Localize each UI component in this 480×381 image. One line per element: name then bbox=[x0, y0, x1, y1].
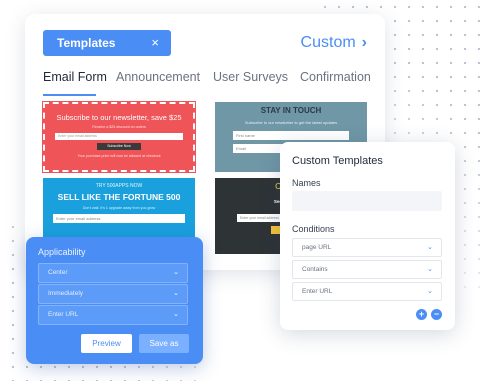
save-as-button[interactable]: Save as bbox=[139, 334, 189, 353]
condition-value-text: Enter URL bbox=[302, 288, 333, 295]
url-select[interactable]: Enter URL ⌄ bbox=[38, 305, 188, 325]
newsletter-subscribe-button: Subscribe Now bbox=[97, 143, 141, 150]
chevron-right-icon: › bbox=[361, 34, 367, 51]
template-thumbnail-newsletter[interactable]: Subscribe to our newsletter, save $25 Re… bbox=[42, 101, 196, 173]
chevron-down-icon: ⌄ bbox=[427, 244, 433, 251]
condition-url-value: page URL bbox=[302, 244, 332, 251]
condition-operator-value: Contains bbox=[302, 266, 328, 273]
position-select[interactable]: Center ⌄ bbox=[38, 263, 188, 283]
custom-templates-card: Custom Templates Names Conditions page U… bbox=[280, 142, 455, 330]
preview-button[interactable]: Preview bbox=[81, 334, 132, 353]
tab-announcement[interactable]: Announcement bbox=[116, 70, 200, 84]
tab-email-form[interactable]: Email Form bbox=[43, 70, 107, 84]
custom-link[interactable]: Custom › bbox=[301, 30, 367, 56]
newsletter-heading: Subscribe to our newsletter, save $25 bbox=[56, 113, 182, 122]
stay-in-touch-heading: STAY IN TOUCH bbox=[260, 106, 322, 115]
stay-in-touch-first-name-input: First name bbox=[233, 131, 349, 140]
templates-pill-label: Templates bbox=[57, 36, 116, 50]
close-icon[interactable]: × bbox=[151, 30, 159, 56]
tab-user-surveys[interactable]: User Surveys bbox=[213, 70, 288, 84]
timing-select-value: Immediately bbox=[48, 290, 84, 297]
chevron-down-icon: ⌄ bbox=[427, 266, 433, 273]
url-select-value: Enter URL bbox=[48, 311, 79, 318]
custom-link-label: Custom bbox=[300, 34, 356, 51]
chevron-down-icon: ⌄ bbox=[173, 311, 179, 318]
fortune-pretitle: TRY 500APPS NOW bbox=[95, 183, 143, 189]
condition-url-select[interactable]: page URL ⌄ bbox=[292, 238, 442, 257]
template-tabs: Email Form Announcement User Surveys Con… bbox=[43, 70, 371, 96]
fortune-email-input: Enter your email address bbox=[53, 214, 185, 223]
tab-confirmation[interactable]: Confirmation bbox=[300, 70, 371, 84]
remove-condition-button[interactable]: − bbox=[431, 309, 442, 320]
applicability-card: Applicability Center ⌄ Immediately ⌄ Ent… bbox=[26, 237, 203, 364]
chevron-down-icon: ⌄ bbox=[173, 269, 179, 276]
condition-operator-select[interactable]: Contains ⌄ bbox=[292, 260, 442, 279]
conditions-label: Conditions bbox=[292, 224, 335, 234]
fortune-subtext: Don't wait. It's 1 upgrade away from you… bbox=[82, 206, 156, 210]
names-input[interactable] bbox=[292, 191, 442, 211]
fortune-heading: SELL LIKE THE FORTUNE 500 bbox=[57, 192, 181, 202]
add-condition-button[interactable]: + bbox=[416, 309, 427, 320]
active-tab-indicator bbox=[43, 94, 96, 96]
position-select-value: Center bbox=[48, 269, 68, 276]
chevron-down-icon: ⌄ bbox=[173, 290, 179, 297]
stay-in-touch-subtext: Subscribe to our newsletter to get the l… bbox=[244, 120, 338, 125]
applicability-title: Applicability bbox=[38, 247, 86, 257]
templates-pill[interactable]: Templates × bbox=[43, 30, 171, 56]
newsletter-subtext: Receive a $25 discount on orders bbox=[92, 125, 146, 129]
names-label: Names bbox=[292, 178, 321, 188]
timing-select[interactable]: Immediately ⌄ bbox=[38, 284, 188, 304]
custom-templates-title: Custom Templates bbox=[292, 155, 383, 167]
condition-value-select[interactable]: Enter URL ⌄ bbox=[292, 282, 442, 301]
newsletter-footer: Your purchase price will now be allowed … bbox=[77, 154, 161, 158]
chevron-down-icon: ⌄ bbox=[427, 288, 433, 295]
newsletter-email-input: Enter your email address bbox=[55, 133, 183, 140]
